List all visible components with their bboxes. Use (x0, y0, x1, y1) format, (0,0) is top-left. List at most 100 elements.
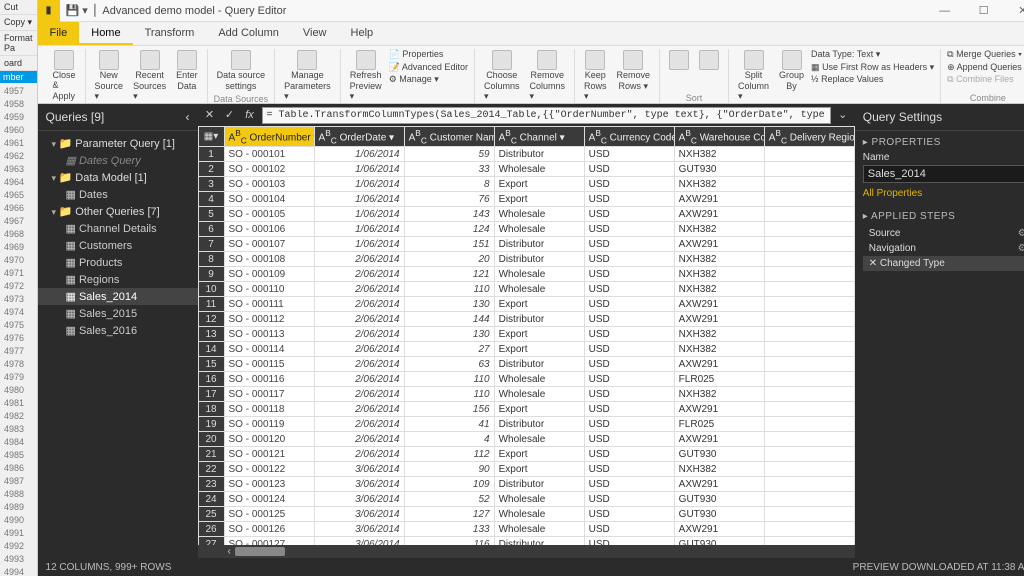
row-number[interactable]: 14 (198, 342, 224, 357)
cell[interactable]: USD (584, 297, 674, 312)
queries-item[interactable]: ▦ Dates (38, 186, 198, 203)
cell[interactable]: NXH382 (674, 222, 764, 237)
cell[interactable]: USD (584, 462, 674, 477)
cell[interactable]: Distributor (494, 417, 584, 432)
row-header-corner[interactable]: ▦▾ (198, 127, 224, 147)
cell[interactable]: USD (584, 417, 674, 432)
tab-add-column[interactable]: Add Column (206, 22, 291, 45)
cell[interactable]: SO - 000121 (224, 447, 314, 462)
cell[interactable]: Wholesale (494, 282, 584, 297)
row-number[interactable]: 20 (198, 432, 224, 447)
cell[interactable]: Wholesale (494, 522, 584, 537)
cell[interactable]: SO - 000101 (224, 147, 314, 162)
cell[interactable]: USD (584, 477, 674, 492)
cell[interactable]: GUT930 (674, 447, 764, 462)
cell[interactable]: SO - 000116 (224, 372, 314, 387)
cell[interactable]: 144 (404, 312, 494, 327)
queries-item[interactable]: ▦ Customers (38, 237, 198, 254)
row-number[interactable]: 11 (198, 297, 224, 312)
row-number[interactable]: 27 (198, 537, 224, 545)
cell[interactable]: Export (494, 447, 584, 462)
cell[interactable]: AXW291 (674, 522, 764, 537)
cell[interactable]: FLR025 (674, 372, 764, 387)
cell[interactable]: 2/06/2014 (314, 417, 404, 432)
cell[interactable]: USD (584, 267, 674, 282)
cell[interactable]: USD (584, 492, 674, 507)
tab-home[interactable]: Home (79, 22, 132, 45)
cell[interactable]: GUT930 (674, 162, 764, 177)
cell[interactable]: SO - 000118 (224, 402, 314, 417)
sort-asc-button[interactable] (666, 49, 692, 71)
queries-item[interactable]: ▦ Sales_2016 (38, 322, 198, 339)
tab-help[interactable]: Help (339, 22, 386, 45)
cell[interactable]: 110 (404, 387, 494, 402)
cell[interactable]: 90 (404, 462, 494, 477)
cell[interactable]: USD (584, 507, 674, 522)
properties-section-title[interactable]: ▸ PROPERTIES (863, 137, 1024, 148)
row-number[interactable]: 4 (198, 192, 224, 207)
cell[interactable]: 2/06/2014 (314, 297, 404, 312)
row-number[interactable]: 13 (198, 327, 224, 342)
cell[interactable]: Distributor (494, 147, 584, 162)
row-number[interactable]: 17 (198, 387, 224, 402)
cell[interactable]: SO - 000109 (224, 267, 314, 282)
cell[interactable]: 20 (404, 252, 494, 267)
cell[interactable]: 76 (404, 192, 494, 207)
cell[interactable]: Distributor (494, 357, 584, 372)
cell[interactable]: NXH382 (674, 282, 764, 297)
cell[interactable]: USD (584, 192, 674, 207)
cell[interactable]: Distributor (494, 537, 584, 545)
cell[interactable]: Distributor (494, 477, 584, 492)
cell[interactable]: USD (584, 387, 674, 402)
clip-copy[interactable]: Copy ▾ (0, 15, 37, 31)
merge-queries-button[interactable]: ⧉ Merge Queries ▾ (947, 49, 1024, 61)
cell[interactable]: 1/06/2014 (314, 237, 404, 252)
cell[interactable]: SO - 000123 (224, 477, 314, 492)
cell[interactable]: 143 (404, 207, 494, 222)
formula-cancel-icon[interactable]: ✕ (202, 107, 218, 123)
cell[interactable]: Export (494, 342, 584, 357)
cell[interactable]: NXH382 (674, 342, 764, 357)
cell[interactable]: USD (584, 252, 674, 267)
formula-input[interactable] (262, 107, 831, 124)
cell[interactable]: 116 (404, 537, 494, 545)
cell[interactable]: Wholesale (494, 267, 584, 282)
queries-collapse-icon[interactable]: ‹ (186, 110, 190, 124)
properties-button[interactable]: 📄 Properties (389, 49, 468, 61)
cell[interactable]: AXW291 (674, 297, 764, 312)
cell[interactable]: NXH382 (674, 177, 764, 192)
column-header[interactable]: ABC Delivery Regio ▾ (764, 127, 854, 147)
cell[interactable]: USD (584, 237, 674, 252)
cell[interactable]: SO - 000114 (224, 342, 314, 357)
cell[interactable]: 1/06/2014 (314, 222, 404, 237)
row-number[interactable]: 19 (198, 417, 224, 432)
cell[interactable]: USD (584, 402, 674, 417)
cell[interactable]: USD (584, 222, 674, 237)
choose-columns-button[interactable]: ChooseColumns ▾ (481, 49, 523, 103)
cell[interactable]: 1/06/2014 (314, 162, 404, 177)
manage-parameters-button[interactable]: ManageParameters ▾ (281, 49, 334, 103)
queries-item[interactable]: ▦ Regions (38, 271, 198, 288)
cell[interactable]: 2/06/2014 (314, 327, 404, 342)
row-number[interactable]: 8 (198, 252, 224, 267)
split-column-button[interactable]: SplitColumn ▾ (735, 49, 772, 103)
queries-item[interactable]: ▦ Channel Details (38, 220, 198, 237)
row-number[interactable]: 6 (198, 222, 224, 237)
cell[interactable]: AXW291 (674, 357, 764, 372)
cell[interactable]: SO - 000117 (224, 387, 314, 402)
column-header[interactable]: ABC Channel ▾ (494, 127, 584, 147)
cell[interactable]: USD (584, 162, 674, 177)
cell[interactable]: Distributor (494, 237, 584, 252)
help-question-icon[interactable]: ? (1015, 22, 1024, 45)
row-number[interactable]: 15 (198, 357, 224, 372)
close-button[interactable]: ✕ (1005, 4, 1024, 17)
cell[interactable]: 41 (404, 417, 494, 432)
cell[interactable]: Wholesale (494, 492, 584, 507)
cell[interactable]: USD (584, 282, 674, 297)
cell[interactable]: USD (584, 207, 674, 222)
cell[interactable]: AXW291 (674, 192, 764, 207)
queries-item[interactable]: ▦ Products (38, 254, 198, 271)
clip-cut[interactable]: Cut (0, 0, 37, 15)
cell[interactable]: SO - 000126 (224, 522, 314, 537)
cell[interactable]: GUT930 (674, 537, 764, 545)
